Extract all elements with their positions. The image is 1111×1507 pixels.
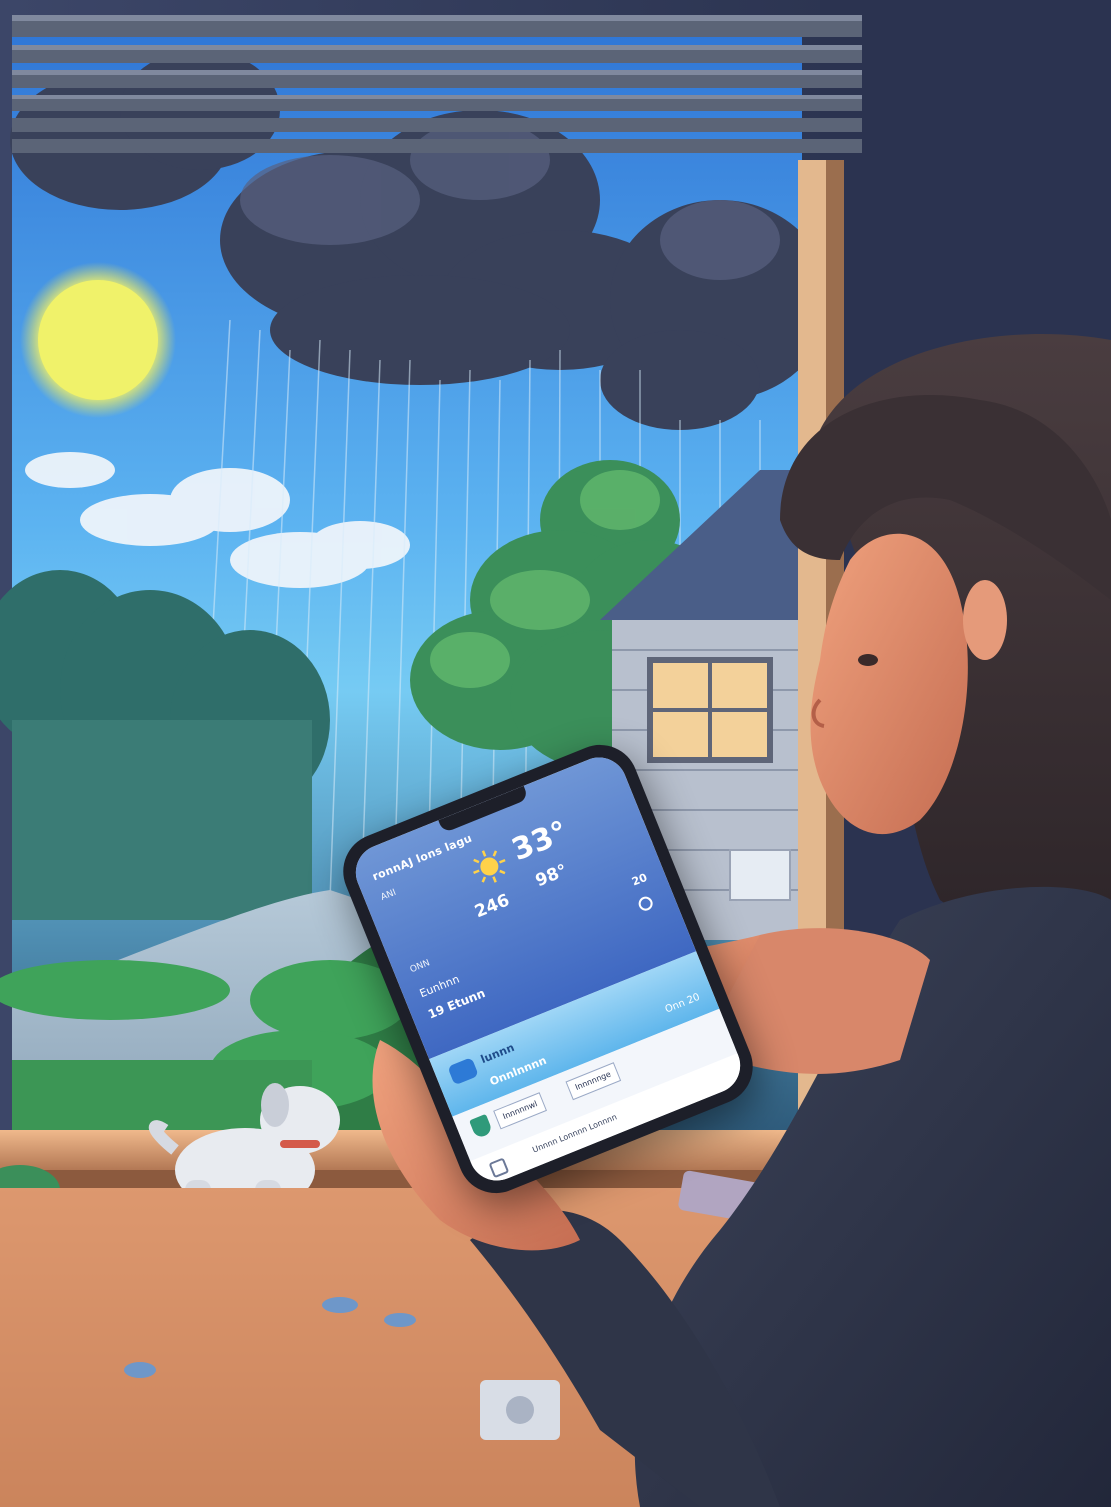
chip-1[interactable]: Innnnnwl <box>493 1091 548 1130</box>
rain-icon <box>447 1057 479 1086</box>
app-header-title: ronnAJ lons lagu <box>370 831 474 884</box>
low-temperature: 246 <box>472 890 513 923</box>
location-icon <box>636 894 655 913</box>
feels-like-temperature: 98° <box>532 860 571 892</box>
wind-label: ONN <box>408 958 432 976</box>
right-stat: 20 <box>630 870 650 889</box>
alert-label: lunnn <box>478 1040 517 1067</box>
chip-2[interactable]: Innnnnge <box>565 1062 621 1101</box>
current-temperature: 33° <box>507 814 573 869</box>
scene-illustration <box>0 0 1111 1507</box>
scene: ronnAJ lons lagu ANI 33° 246 98° ONN 20 … <box>0 0 1111 1507</box>
home-icon[interactable] <box>488 1157 510 1179</box>
sun-icon <box>473 850 506 883</box>
shield-icon <box>469 1113 494 1140</box>
menu-chip[interactable]: ANI <box>379 888 397 903</box>
alert-time: Onn 20 <box>663 991 702 1016</box>
